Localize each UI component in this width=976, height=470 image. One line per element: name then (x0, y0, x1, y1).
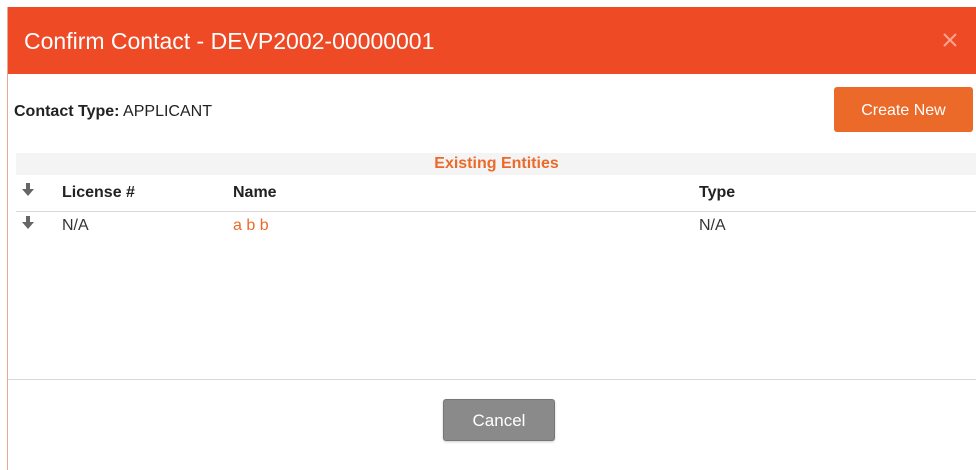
contact-type-label: Contact Type: (14, 103, 120, 120)
confirm-contact-dialog: Confirm Contact - DEVP2002-00000001 Cont… (7, 7, 976, 470)
create-new-button[interactable]: Create New (834, 87, 973, 132)
cell-type: N/A (699, 217, 726, 234)
column-header-name[interactable]: Name (233, 175, 277, 211)
entity-name-link[interactable]: a b b (233, 217, 269, 234)
cancel-button[interactable]: Cancel (443, 399, 555, 441)
dialog-title: Confirm Contact - DEVP2002-00000001 (24, 28, 435, 54)
close-icon[interactable] (937, 27, 963, 53)
footer-divider (8, 379, 976, 380)
cell-license: N/A (62, 217, 89, 234)
table-header-row: License # Name Type (16, 175, 976, 212)
contact-type-value: APPLICANT (123, 103, 212, 120)
existing-entities-table: Existing Entities License # Name Type N/… (16, 153, 976, 248)
dialog-header: Confirm Contact - DEVP2002-00000001 (8, 7, 976, 74)
cell-name: a b b (233, 212, 269, 240)
section-title: Existing Entities (16, 153, 976, 175)
table-row: N/A a b b N/A (16, 212, 976, 248)
column-header-license[interactable]: License # (62, 175, 135, 211)
column-header-type[interactable]: Type (699, 175, 735, 211)
contact-type: Contact Type: APPLICANT (14, 103, 212, 121)
